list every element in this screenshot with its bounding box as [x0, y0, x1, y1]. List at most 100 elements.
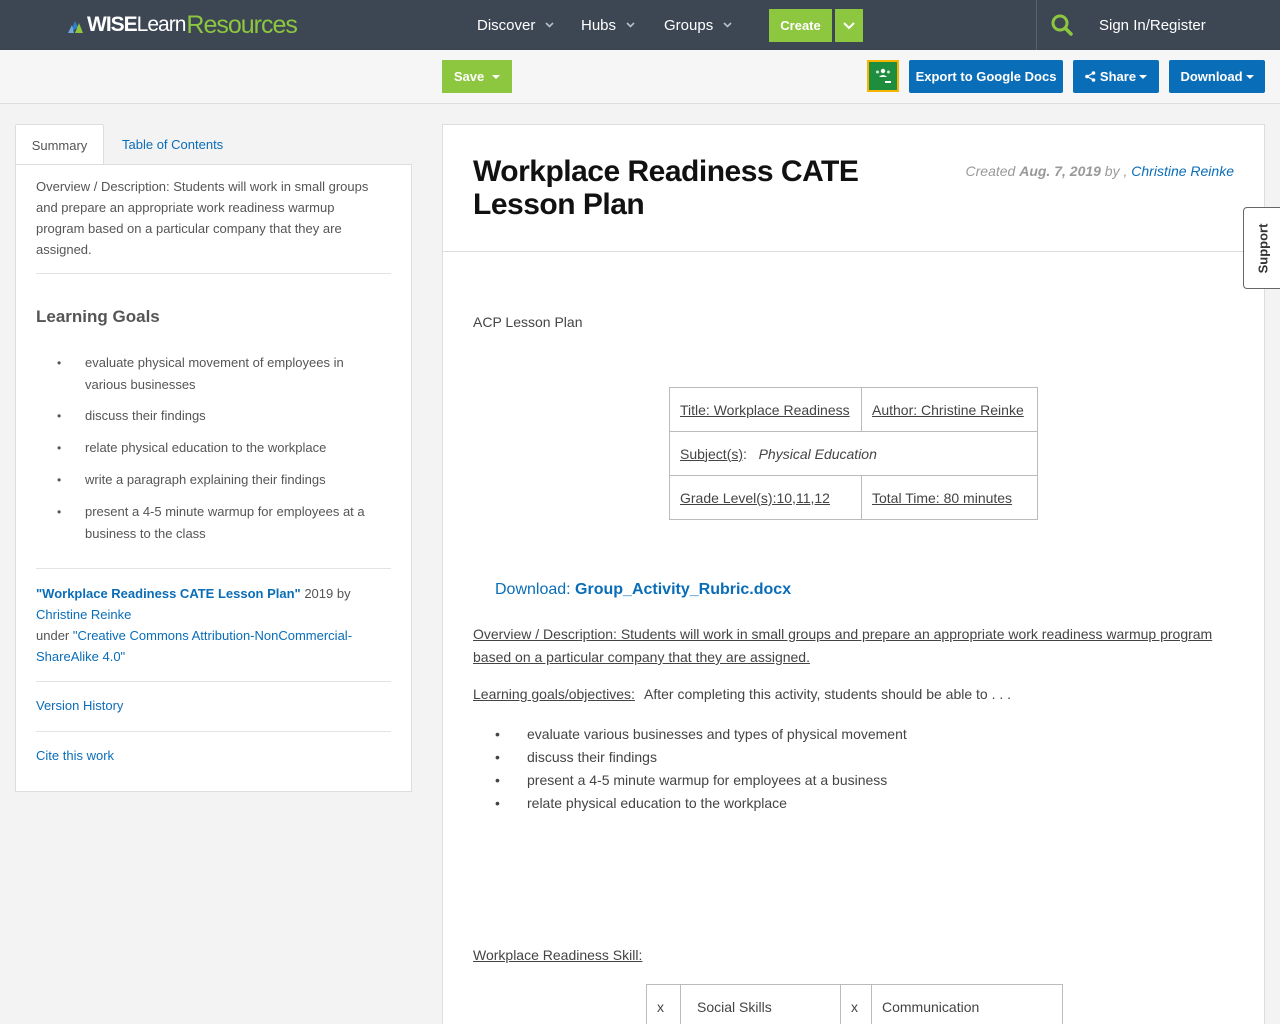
- learning-objectives-text: After completing this activity, students…: [640, 686, 1012, 702]
- download-label: Download:: [495, 581, 576, 598]
- table-cell-author: Author: Christine Reinke: [861, 387, 1038, 432]
- objective-text: evaluate various businesses and types of…: [527, 726, 907, 742]
- top-navbar: WISE Learn Resources Discover Hubs Groups …: [0, 0, 1280, 50]
- skill-mark: x: [840, 984, 872, 1024]
- save-button[interactable]: Save: [442, 60, 512, 93]
- list-item: relate physical education to the workpla…: [57, 437, 387, 459]
- list-item: relate physical education to the workpla…: [495, 792, 907, 815]
- attachment-download: Download: Group_Activity_Rubric.docx: [495, 581, 791, 599]
- search-icon[interactable]: [1050, 13, 1074, 37]
- download-button-label: Download: [1180, 69, 1243, 84]
- list-item: evaluate various businesses and types of…: [495, 723, 907, 746]
- chevron-down-icon: [843, 17, 855, 35]
- save-button-label: Save: [453, 69, 485, 84]
- created-by: by ,: [1100, 163, 1132, 179]
- tab-table-of-contents[interactable]: Table of Contents: [122, 124, 223, 165]
- export-google-docs-button[interactable]: Export to Google Docs: [909, 60, 1063, 93]
- attribution: "Workplace Readiness CATE Lesson Plan" 2…: [36, 583, 391, 667]
- support-tab[interactable]: Support: [1243, 207, 1280, 289]
- list-item: discuss their findings: [495, 746, 907, 769]
- table-cell-title: Title: Workplace Readiness: [669, 387, 862, 432]
- list-item: present a 4-5 minute warmup for employee…: [495, 769, 907, 792]
- nav-hubs[interactable]: Hubs: [581, 0, 635, 50]
- chevron-down-icon: [545, 20, 554, 31]
- divider: [36, 731, 391, 732]
- objective-text: present a 4-5 minute warmup for employee…: [527, 772, 888, 788]
- list-item: evaluate physical movement of employees …: [57, 352, 387, 395]
- table-row: Title: Workplace Readiness Author: Chris…: [669, 387, 1038, 432]
- skill-name: Communication: [871, 984, 1063, 1024]
- download-file-link[interactable]: Group_Activity_Rubric.docx: [575, 581, 791, 598]
- share-icon: [1085, 71, 1096, 82]
- table-cell-grade: Grade Level(s):10,11,12: [669, 475, 862, 520]
- share-button-label: Share: [1099, 69, 1137, 84]
- objectives-list: evaluate various businesses and types of…: [495, 723, 907, 815]
- resource-content: Workplace Readiness CATE Lesson Plan Cre…: [442, 124, 1265, 1024]
- page-title: Workplace Readiness CATE Lesson Plan: [473, 155, 859, 221]
- google-classroom-button[interactable]: [867, 60, 899, 92]
- table-cell-time: Total Time: 80 minutes: [861, 475, 1038, 520]
- nav-discover-label: Discover: [477, 16, 536, 34]
- divider: [36, 273, 391, 274]
- tab-summary[interactable]: Summary: [15, 124, 104, 165]
- overview-paragraph: Overview / Description: Students will wo…: [473, 626, 1213, 665]
- chevron-down-icon: [723, 20, 732, 31]
- sign-in-register-link[interactable]: Sign In/Register: [1099, 0, 1206, 50]
- attribution-under: under: [36, 628, 73, 643]
- divider: [36, 568, 391, 569]
- skills-table: x Social Skills x Communication: [646, 984, 1063, 1024]
- caret-down-icon: [1139, 74, 1148, 79]
- list-item: discuss their findings: [57, 405, 387, 427]
- table-cell-subject: Subject(s): Physical Education: [669, 431, 1038, 476]
- sidebar-tabs: Summary Table of Contents: [15, 124, 412, 165]
- table-row: Subject(s): Physical Education: [669, 431, 1038, 476]
- attribution-year: 2019 by: [300, 586, 351, 601]
- cite-work-link[interactable]: Cite this work: [36, 748, 114, 763]
- logo-resources-text: Resources: [186, 10, 297, 39]
- objective-text: discuss their findings: [527, 749, 657, 765]
- author-link[interactable]: Christine Reinke: [1131, 163, 1234, 179]
- subject-value: Physical Education: [758, 445, 877, 462]
- divider: [443, 251, 1264, 252]
- created-label: Created: [965, 163, 1020, 179]
- objective-text: relate physical education to the workpla…: [527, 795, 787, 811]
- caret-down-icon: [492, 74, 501, 79]
- skill-name: Social Skills: [680, 984, 841, 1024]
- license-link[interactable]: "Creative Commons Attribution-NonCommerc…: [36, 628, 352, 664]
- divider: [36, 681, 391, 682]
- chevron-down-icon: [626, 20, 635, 31]
- summary-panel: Overview / Description: Students will wo…: [15, 164, 412, 792]
- subject-colon: :: [743, 445, 759, 462]
- resource-toolbar: Save Export to Google Docs Share Downloa…: [0, 50, 1280, 104]
- author-link[interactable]: Christine Reinke: [36, 607, 131, 622]
- created-info: Created Aug. 7, 2019 by , Christine Rein…: [966, 163, 1234, 179]
- nav-hubs-label: Hubs: [581, 16, 617, 34]
- create-button[interactable]: Create: [769, 9, 832, 42]
- list-item: write a paragraph explaining their findi…: [57, 469, 387, 491]
- nav-groups-label: Groups: [664, 16, 714, 34]
- summary-description: Overview / Description: Students will wo…: [36, 179, 369, 257]
- wiselearn-logo[interactable]: WISE Learn Resources: [68, 10, 298, 40]
- skill-mark: x: [646, 984, 681, 1024]
- learning-goals-heading: Learning Goals: [36, 307, 160, 326]
- work-title-link[interactable]: "Workplace Readiness CATE Lesson Plan": [36, 586, 301, 601]
- share-button[interactable]: Share: [1073, 60, 1159, 93]
- nav-divider: [1036, 0, 1037, 50]
- create-dropdown-button[interactable]: [835, 9, 863, 42]
- nav-groups[interactable]: Groups: [664, 0, 732, 50]
- workplace-readiness-heading: Workplace Readiness Skill:: [473, 947, 643, 963]
- logo-mark-icon: [68, 15, 86, 35]
- learning-goals-list: evaluate physical movement of employees …: [57, 352, 387, 554]
- version-history-link[interactable]: Version History: [36, 698, 123, 713]
- created-date: Aug. 7, 2019: [1019, 163, 1101, 179]
- logo-learn-text: Learn: [136, 13, 187, 36]
- caret-down-icon: [1245, 74, 1254, 79]
- acp-lesson-plan-text: ACP Lesson Plan: [473, 314, 583, 330]
- download-button[interactable]: Download: [1169, 60, 1265, 93]
- nav-discover[interactable]: Discover: [477, 0, 554, 50]
- table-row: x Social Skills x Communication: [646, 984, 1063, 1024]
- subject-label: Subject(s): [680, 445, 744, 462]
- table-row: Grade Level(s):10,11,12 Total Time: 80 m…: [669, 475, 1038, 520]
- list-item: present a 4-5 minute warmup for employee…: [57, 501, 387, 544]
- logo-wise-text: WISE: [87, 13, 138, 36]
